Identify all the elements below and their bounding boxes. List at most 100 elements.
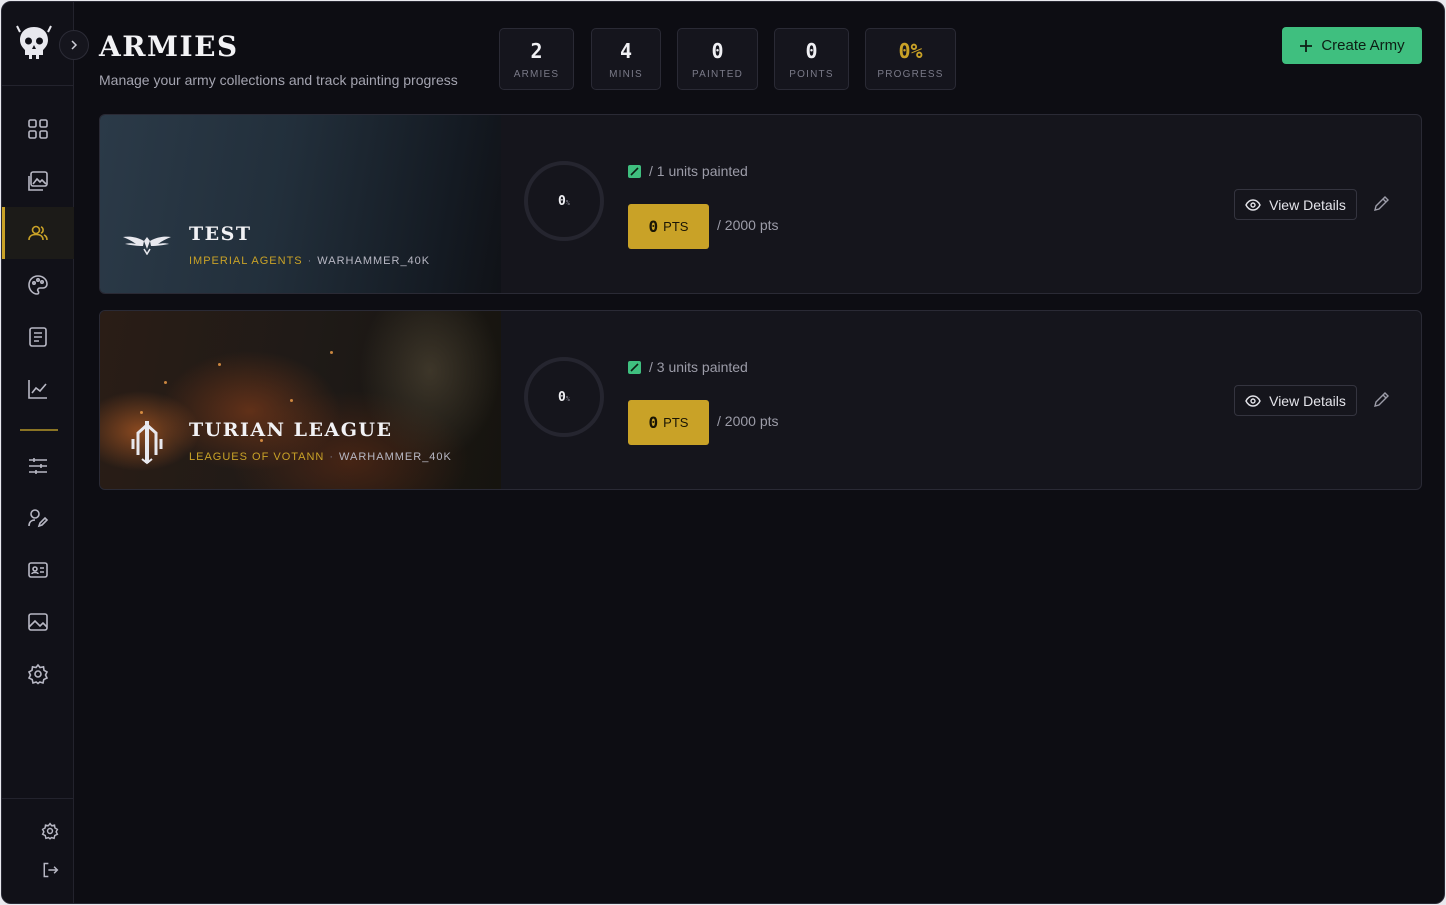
nav-profile-edit[interactable] [2,492,74,544]
progress-ring: 0% [524,161,604,241]
dashboard-grid-icon [28,119,48,139]
army-name: TEST [189,223,252,245]
progress-ring: 0% [524,357,604,437]
army-meta: LEAGUES OF VOTANN · WARHAMMER_40K [189,451,452,463]
plus-icon [1300,39,1313,52]
image-icon [28,613,48,631]
stat-value: 4 [619,38,633,63]
nav-dashboard[interactable] [2,103,74,155]
stat-label: ARMIES [513,68,560,80]
stat-label: MINIS [609,68,643,80]
percent-sign: % [565,198,571,207]
points-value: 0 [648,217,659,236]
sliders-icon [29,458,47,474]
nav-paints[interactable] [2,259,74,311]
army-name: TURIAN LEAGUE [189,419,393,441]
stat-points: 0 POINTS [774,28,849,90]
stat-value: 0 [711,38,724,63]
votann-rune-icon [131,421,163,465]
stat-painted: 0 PAINTED [677,28,758,90]
sidebar [2,2,89,903]
create-army-button[interactable]: Create Army [1282,27,1422,64]
stat-label: PAINTED [692,68,743,80]
gallery-icon [28,171,48,191]
points-value: 0 [648,413,659,432]
units-painted: / 3 units painted [628,359,748,375]
stat-armies: 2 ARMIES [499,28,574,90]
ember-spark [140,411,143,414]
pencil-icon [1374,392,1389,407]
ember-spark [290,399,293,402]
nav-gallery[interactable] [2,155,74,207]
units-painted: / 1 units painted [628,163,748,179]
edit-army-button[interactable] [1372,195,1390,213]
percent-sign: % [565,394,571,403]
progress-value: 0 [557,193,566,209]
eye-icon [1245,198,1261,211]
nav-divider [20,429,58,431]
ember-spark [218,363,221,366]
check-icon [628,164,641,178]
stat-progress: 0% PROGRESS [865,28,956,90]
progress-percent: 0% [558,194,570,209]
stat-value: 2 [530,38,543,63]
army-meta: IMPERIAL AGENTS · WARHAMMER_40K [189,255,430,267]
user-edit-icon [28,509,49,528]
page-subtitle: Manage your army collections and track p… [99,72,458,88]
sidebar-bottom-divider [2,798,74,799]
palette-icon [28,275,48,295]
meta-separator: · [307,255,313,267]
units-painted-text: / 1 units painted [649,163,748,179]
create-army-label: Create Army [1321,37,1405,54]
id-card-icon [28,562,48,578]
army-card[interactable]: TURIAN LEAGUE LEAGUES OF VOTANN · WARHAMME… [99,310,1422,490]
notebook-icon [29,327,47,347]
army-banner: TURIAN LEAGUE LEAGUES OF VOTANN · WARHAMME… [100,311,501,489]
army-game-system: WARHAMMER_40K [317,255,431,267]
points-total: / 2000 pts [717,413,779,429]
nav-id-card[interactable] [2,544,74,596]
stat-value: 0 [805,38,818,63]
page-title: ARMIES [99,30,239,63]
army-card[interactable]: TEST IMPERIAL AGENTS · WARHAMMER_40K 0% / … [99,114,1422,294]
units-painted-text: / 3 units painted [649,359,748,375]
stat-label: PROGRESS [877,68,944,80]
nav-stats[interactable] [2,363,74,415]
nav-armies[interactable] [2,207,74,259]
army-faction: IMPERIAL AGENTS [189,255,303,267]
army-game-system: WARHAMMER_40K [339,451,452,463]
users-icon [28,225,48,241]
progress-percent: 0% [558,390,570,405]
app-window: ARMIES Manage your army collections and … [1,1,1445,904]
skull-logo-icon [16,25,52,59]
imperial-aquila-icon [123,236,171,255]
points-unit: PTS [663,415,689,430]
chart-line-icon [28,380,47,399]
view-details-label: View Details [1269,392,1346,409]
nav-filters[interactable] [2,440,74,492]
stat-minis: 4 MINIS [591,28,661,90]
nav-notes[interactable] [2,311,74,363]
meta-separator: · [329,451,335,463]
view-details-button[interactable]: View Details [1234,385,1357,416]
eye-icon [1245,394,1261,407]
stat-value: 0% [898,38,923,63]
settings-icon [41,822,59,840]
sidebar-toggle-button[interactable] [59,30,89,60]
edit-army-button[interactable] [1372,391,1390,409]
logout-button[interactable] [40,860,60,880]
gear-icon [27,663,49,685]
army-faction: LEAGUES OF VOTANN [189,451,325,463]
logout-icon [43,862,59,878]
chevron-right-icon [71,40,78,50]
nav-images[interactable] [2,596,74,648]
ember-spark [164,381,167,384]
account-settings-button[interactable] [40,821,60,841]
nav-settings[interactable] [2,648,74,700]
view-details-button[interactable]: View Details [1234,189,1357,220]
ember-spark [330,351,333,354]
points-badge: 0 PTS [628,400,709,445]
points-unit: PTS [663,219,689,234]
pencil-icon [1374,196,1389,211]
stat-label: POINTS [789,68,834,80]
